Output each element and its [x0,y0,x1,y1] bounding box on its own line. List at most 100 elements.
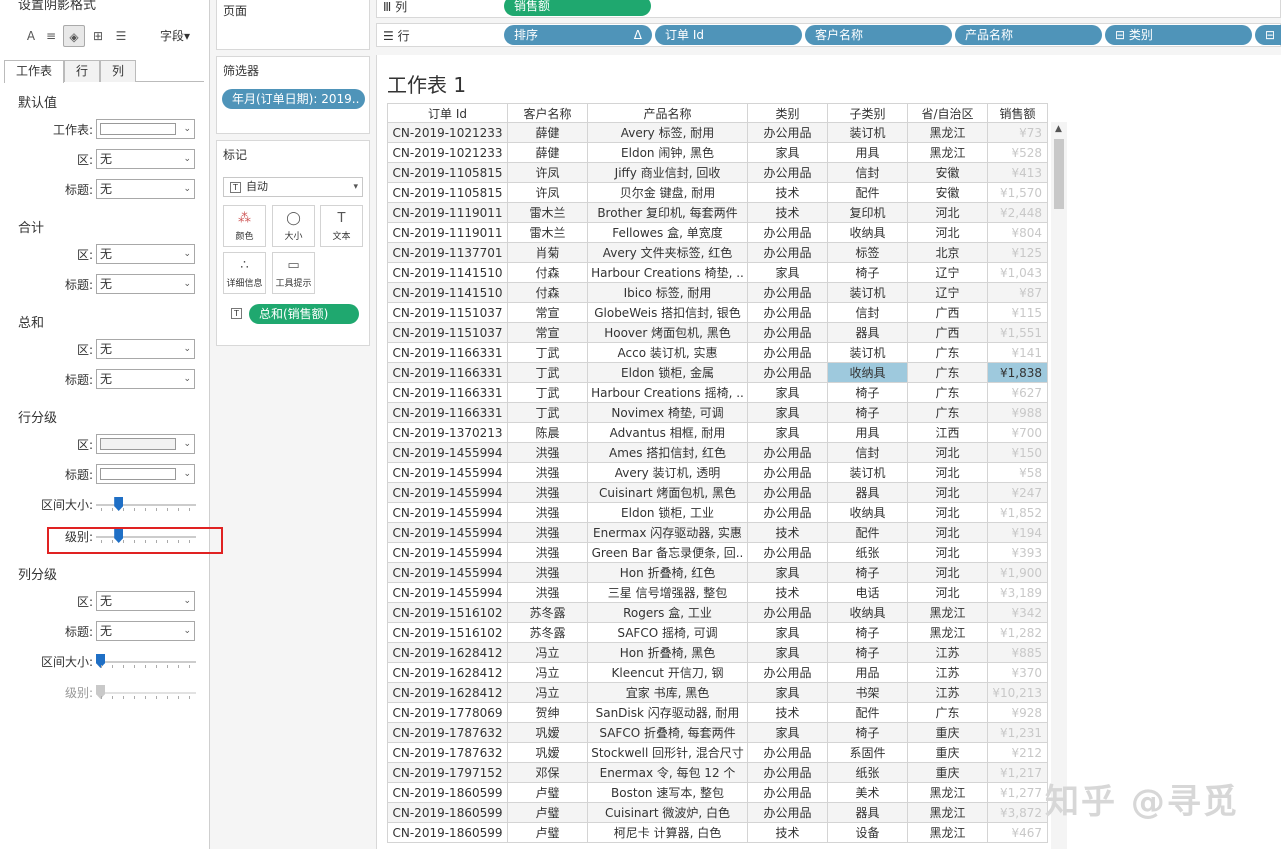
total-pane-select[interactable]: 无 ⌄ [96,244,195,264]
category-cell[interactable]: 办公用品 [747,802,828,823]
table-row[interactable]: CN-2019-1166331 丁武 Eldon 锁柜, 金属 办公用品 收纳具 广东 ¥1… [387,362,1048,383]
customer-cell[interactable]: 常宣 [507,322,588,343]
product-cell[interactable]: Rogers 盒, 工业 [587,602,748,623]
category-cell[interactable]: 技术 [747,202,828,223]
subcategory-cell[interactable]: 椅子 [827,402,908,423]
sales-cell[interactable]: ¥1,282 [987,622,1048,643]
subcategory-cell[interactable]: 电话 [827,582,908,603]
category-cell[interactable]: 办公用品 [747,302,828,323]
province-cell[interactable]: 河北 [907,482,988,503]
province-cell[interactable]: 广东 [907,382,988,403]
customer-cell[interactable]: 贺绅 [507,702,588,723]
column-header[interactable]: 客户名称 [507,103,588,123]
product-cell[interactable]: Hon 折叠椅, 红色 [587,562,748,583]
table-row[interactable]: CN-2019-1860599 卢璧 Boston 速写本, 整包 办公用品 美术 黑龙江… [387,782,1048,803]
product-cell[interactable]: Fellowes 盒, 单宽度 [587,222,748,243]
table-row[interactable]: CN-2019-1105815 许凤 Jiffy 商业信封, 回收 办公用品 信封 安徽 ¥… [387,162,1048,183]
province-cell[interactable]: 黑龙江 [907,802,988,823]
columns-shelf[interactable]: Ⅲ 列 销售额 [376,0,1281,18]
order-id-cell[interactable]: CN-2019-1628412 [387,662,508,683]
sales-cell[interactable]: ¥1,277 [987,782,1048,803]
customer-cell[interactable]: 洪强 [507,582,588,603]
category-cell[interactable]: 办公用品 [747,462,828,483]
order-id-cell[interactable]: CN-2019-1778069 [387,702,508,723]
order-id-cell[interactable]: CN-2019-1860599 [387,822,508,843]
customer-cell[interactable]: 卢璧 [507,782,588,803]
province-cell[interactable]: 河北 [907,462,988,483]
order-id-cell[interactable]: CN-2019-1455994 [387,562,508,583]
province-cell[interactable]: 江苏 [907,662,988,683]
tab-rows[interactable]: 行 [64,60,100,82]
province-cell[interactable]: 河北 [907,522,988,543]
category-cell[interactable]: 家具 [747,562,828,583]
product-cell[interactable]: Stockwell 回形针, 混合尺寸 [587,742,748,763]
category-cell[interactable]: 技术 [747,582,828,603]
order-id-cell[interactable]: CN-2019-1166331 [387,362,508,383]
customer-cell[interactable]: 许凤 [507,182,588,203]
product-cell[interactable]: Acco 装订机, 实惠 [587,342,748,363]
customer-cell[interactable]: 陈晨 [507,422,588,443]
subcategory-cell[interactable]: 配件 [827,702,908,723]
row-pill-customer[interactable]: 客户名称 [805,25,952,45]
order-id-cell[interactable]: CN-2019-1137701 [387,242,508,263]
measure-pill[interactable]: 总和(销售额) [249,304,359,324]
customer-cell[interactable]: 肖菊 [507,242,588,263]
order-id-cell[interactable]: CN-2019-1797152 [387,762,508,783]
sales-cell[interactable]: ¥212 [987,742,1048,763]
table-row[interactable]: CN-2019-1166331 丁武 Novimex 椅垫, 可调 家具 椅子 广东 ¥98… [387,402,1048,423]
columns-pill[interactable]: 销售额 [504,0,651,16]
sales-cell[interactable]: ¥1,217 [987,762,1048,783]
product-cell[interactable]: Novimex 椅垫, 可调 [587,402,748,423]
row-banding-pane-color[interactable]: ⌄ [96,434,195,454]
product-cell[interactable]: Avery 装订机, 透明 [587,462,748,483]
customer-cell[interactable]: 卢璧 [507,802,588,823]
order-id-cell[interactable]: CN-2019-1455994 [387,462,508,483]
province-cell[interactable]: 广东 [907,362,988,383]
order-id-cell[interactable]: CN-2019-1141510 [387,282,508,303]
category-cell[interactable]: 家具 [747,262,828,283]
sales-cell[interactable]: ¥1,570 [987,182,1048,203]
customer-cell[interactable]: 洪强 [507,562,588,583]
order-id-cell[interactable]: CN-2019-1455994 [387,522,508,543]
sales-cell[interactable]: ¥125 [987,242,1048,263]
category-cell[interactable]: 办公用品 [747,342,828,363]
order-id-cell[interactable]: CN-2019-1455994 [387,502,508,523]
product-cell[interactable]: 三星 信号增强器, 整包 [587,582,748,603]
order-id-cell[interactable]: CN-2019-1119011 [387,222,508,243]
subcategory-cell[interactable]: 椅子 [827,722,908,743]
order-id-cell[interactable]: CN-2019-1628412 [387,642,508,663]
sales-cell[interactable]: ¥115 [987,302,1048,323]
filters-shelf[interactable]: 筛选器 年月(订单日期): 2019.. [216,56,370,134]
product-cell[interactable]: Cuisinart 烤面包机, 黑色 [587,482,748,503]
table-row[interactable]: CN-2019-1141510 付森 Harbour Creations 椅垫, .… [387,262,1048,283]
customer-cell[interactable]: 洪强 [507,442,588,463]
sales-cell[interactable]: ¥467 [987,822,1048,843]
province-cell[interactable]: 河北 [907,442,988,463]
order-id-cell[interactable]: CN-2019-1787632 [387,742,508,763]
category-cell[interactable]: 办公用品 [747,162,828,183]
subcategory-cell[interactable]: 信封 [827,302,908,323]
field-dropdown[interactable]: 字段▾ [160,25,190,47]
product-cell[interactable]: Eldon 锁柜, 金属 [587,362,748,383]
table-row[interactable]: CN-2019-1860599 卢璧 Cuisinart 微波炉, 白色 办公用品 器具… [387,802,1048,823]
sales-cell[interactable]: ¥247 [987,482,1048,503]
product-cell[interactable]: Eldon 锁柜, 工业 [587,502,748,523]
category-cell[interactable]: 办公用品 [747,222,828,243]
table-row[interactable]: CN-2019-1151037 常宣 GlobeWeis 搭扣信封, 银色 办公用品信… [387,302,1048,323]
category-cell[interactable]: 办公用品 [747,602,828,623]
customer-cell[interactable]: 巩嫒 [507,742,588,763]
vertical-scrollbar[interactable]: ▲ [1051,122,1067,849]
default-header-select[interactable]: 无 ⌄ [96,179,195,199]
province-cell[interactable]: 辽宁 [907,282,988,303]
order-id-cell[interactable]: CN-2019-1455994 [387,482,508,503]
province-cell[interactable]: 黑龙江 [907,142,988,163]
province-cell[interactable]: 重庆 [907,762,988,783]
province-cell[interactable]: 黑龙江 [907,622,988,643]
row-pill-order-id[interactable]: 订单 Id [655,25,802,45]
subcategory-cell[interactable]: 信封 [827,442,908,463]
province-cell[interactable]: 广东 [907,402,988,423]
table-row[interactable]: CN-2019-1141510 付森 Ibico 标签, 耐用 办公用品 装订机 辽宁 ¥8… [387,282,1048,303]
product-cell[interactable]: Ames 搭扣信封, 红色 [587,442,748,463]
tab-columns[interactable]: 列 [100,60,136,82]
sales-cell[interactable]: ¥413 [987,162,1048,183]
